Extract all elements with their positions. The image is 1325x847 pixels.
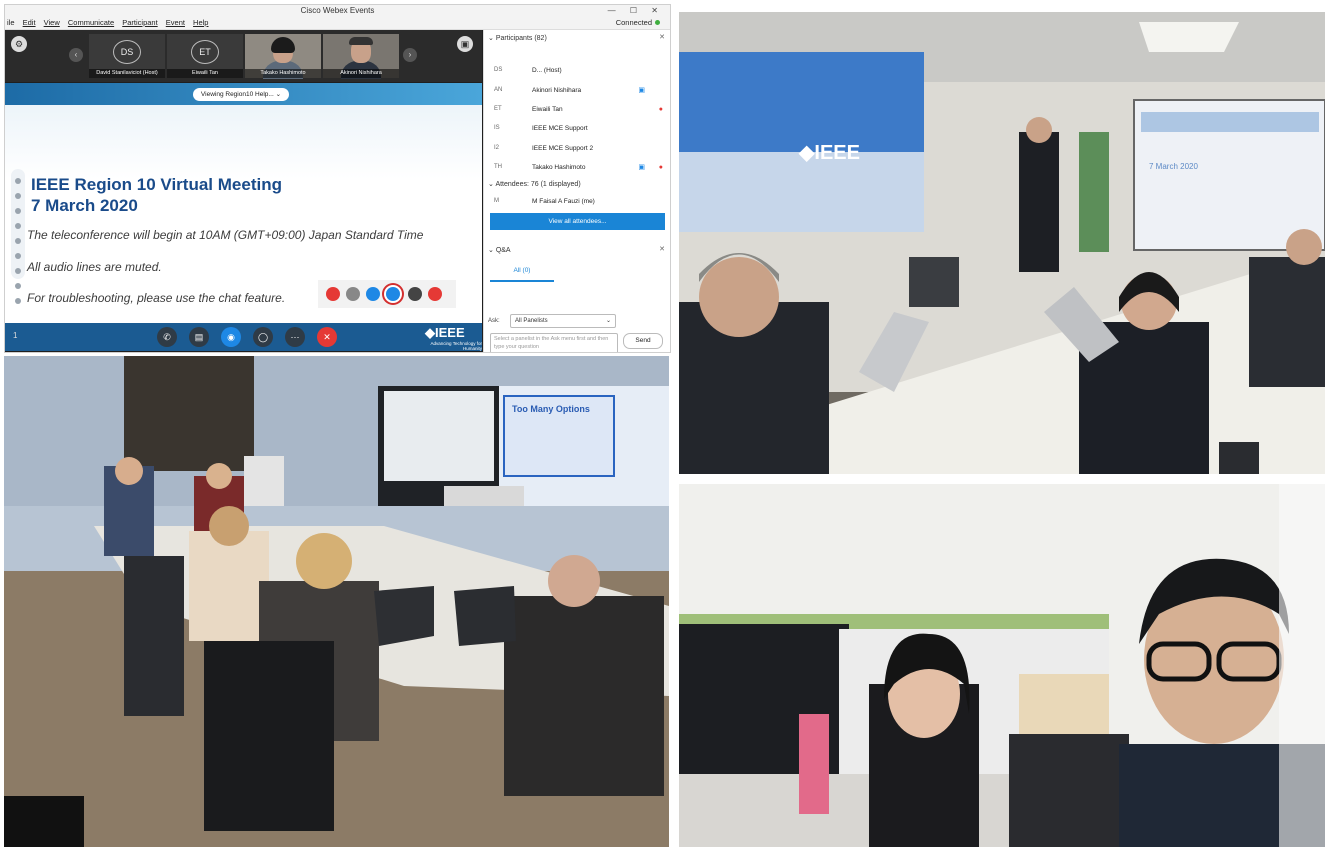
more-button[interactable] (408, 287, 422, 301)
strip-next-icon[interactable]: › (403, 48, 417, 62)
chevron-down-icon: ⌄ (275, 91, 282, 98)
phone-icon[interactable]: ✆ (157, 327, 177, 347)
tile-name: Eiwaili Tan (167, 69, 243, 78)
person-hair (349, 37, 373, 45)
menu-edit[interactable]: Edit (23, 18, 36, 27)
question-input[interactable]: Select a panelist in the Ask menu first … (490, 333, 618, 352)
title-bar: Cisco Webex Events — ☐ ✕ (5, 5, 670, 17)
video-tile[interactable]: Akinori Nishihara (323, 34, 399, 79)
video-tile[interactable]: Takako Hashimoto (245, 34, 321, 79)
layout-icon[interactable]: ▣ (457, 36, 473, 52)
slide-line-muted: All audio lines are muted. (27, 260, 162, 274)
tile-name: David Stanilaviciot (Host) (89, 69, 165, 78)
share-icon[interactable]: ▤ (189, 327, 209, 347)
video-strip: ⚙ ‹ DS David Stanilaviciot (Host) ET Eiw… (5, 30, 482, 82)
selfie-photo (679, 484, 1325, 847)
participants-header[interactable]: ⌄ Participants (82) (488, 33, 547, 45)
menu-view[interactable]: View (44, 18, 60, 27)
webex-window: Cisco Webex Events — ☐ ✕ ile Edit View C… (4, 4, 671, 353)
settings-icon[interactable]: ⚙ (11, 36, 27, 52)
leave-button[interactable] (428, 287, 442, 301)
menu-event[interactable]: Event (166, 18, 185, 27)
avatar: ET (191, 40, 219, 64)
share-button[interactable] (366, 287, 380, 301)
slide-control-bar (318, 280, 456, 308)
participant-row[interactable]: IS IEEE MCE Support (484, 120, 670, 137)
room-scene (4, 356, 669, 847)
ask-label: Ask: (488, 318, 500, 324)
menu-file[interactable]: ile (7, 18, 15, 27)
leave-icon[interactable]: ✕ (317, 327, 337, 347)
menu-communicate[interactable]: Communicate (68, 18, 114, 27)
ieee-diamond-icon: ◆ (425, 325, 435, 340)
window-title: Cisco Webex Events (300, 6, 375, 15)
page-number: 1 (13, 331, 18, 340)
close-icon[interactable]: ✕ (659, 245, 665, 253)
participant-row[interactable]: TH Takako Hashimoto ▣ ● (484, 159, 670, 176)
side-panel: ⌄ Participants (82) ✕ DS D... (Host) AN … (483, 30, 670, 352)
attendee-row[interactable]: M M Faisal A Fauzi (me) (484, 193, 670, 210)
avatar: DS (113, 40, 141, 64)
meeting-room-photo-tokyo: ◆IEEE 7 March 2020 (679, 12, 1325, 474)
participant-row[interactable]: I2 IEEE MCE Support 2 (484, 140, 670, 157)
attendees-header[interactable]: ⌄ Attendees: 76 (1 displayed) (488, 179, 581, 191)
mic-muted-icon: ● (658, 106, 663, 113)
menu-bar: ile Edit View Communicate Participant Ev… (5, 17, 670, 30)
menu-participant[interactable]: Participant (122, 18, 157, 27)
viewing-dropdown[interactable]: Viewing Region10 Help... ⌄ (193, 88, 289, 101)
projected-slide-date: 7 March 2020 (1149, 162, 1198, 171)
video-button[interactable] (346, 287, 360, 301)
connection-status: Connected (616, 17, 660, 29)
ieee-diamond-icon: ◆ (799, 142, 815, 164)
office-scene (679, 484, 1325, 847)
chevron-down-icon: ⌄ (605, 318, 611, 324)
more-icon[interactable]: ⋯ (285, 327, 305, 347)
screen-slide-title: Too Many Options (512, 404, 590, 414)
slide-date: 7 March 2020 (31, 196, 138, 215)
mute-button[interactable] (326, 287, 340, 301)
slide-line-time: The teleconference will begin at 10AM (G… (27, 228, 424, 242)
tile-name: Takako Hashimoto (245, 69, 321, 78)
tile-name: Akinori Nishihara (323, 69, 399, 78)
window-controls[interactable]: — ☐ ✕ (608, 5, 664, 17)
strip-prev-icon[interactable]: ‹ (69, 48, 83, 62)
mic-muted-icon: ● (658, 164, 663, 171)
person-hair (271, 37, 295, 53)
room-scene (679, 12, 1325, 474)
slide-line-chat: For troubleshooting, please use the chat… (27, 291, 286, 305)
shared-slide: Viewing Region10 Help... ⌄ IEEE Region 1… (5, 83, 482, 323)
view-all-attendees-button[interactable]: View all attendees... (490, 213, 665, 230)
close-icon[interactable]: ✕ (659, 33, 665, 41)
ieee-logo: ◆IEEE Advancing Technology for Humanity (425, 325, 482, 351)
video-icon: ▣ (638, 164, 645, 171)
participant-row[interactable]: ET Eiwaili Tan ● (484, 101, 670, 118)
video-tile[interactable]: ET Eiwaili Tan (167, 34, 243, 78)
chat-icon[interactable]: ◯ (253, 327, 273, 347)
ieee-logo: ◆IEEE (799, 142, 860, 164)
participants-icon[interactable]: ◉ (221, 327, 241, 347)
send-button[interactable]: Send (623, 333, 663, 349)
meeting-room-photo-office: Too Many Options (4, 356, 669, 847)
meeting-control-bar: 1 ✆ ▤ ◉ ◯ ⋯ ✕ ◆IEEE Advancing Technology… (5, 323, 482, 351)
qa-header[interactable]: ⌄ Q&A (488, 245, 511, 257)
annotation-toolbar[interactable] (11, 169, 25, 304)
video-icon: ▣ (638, 87, 645, 94)
ask-target-select[interactable]: All Panelists ⌄ (510, 314, 616, 328)
participant-row[interactable]: AN Akinori Nishihara ▣ (484, 82, 670, 99)
participants-button[interactable] (386, 287, 400, 301)
video-tile[interactable]: DS David Stanilaviciot (Host) (89, 34, 165, 78)
participant-row[interactable]: DS D... (Host) (484, 62, 670, 79)
status-dot-icon (655, 20, 660, 25)
menu-help[interactable]: Help (193, 18, 208, 27)
tab-all[interactable]: All (0) (490, 267, 554, 282)
slide-title: IEEE Region 10 Virtual Meeting (31, 175, 282, 194)
